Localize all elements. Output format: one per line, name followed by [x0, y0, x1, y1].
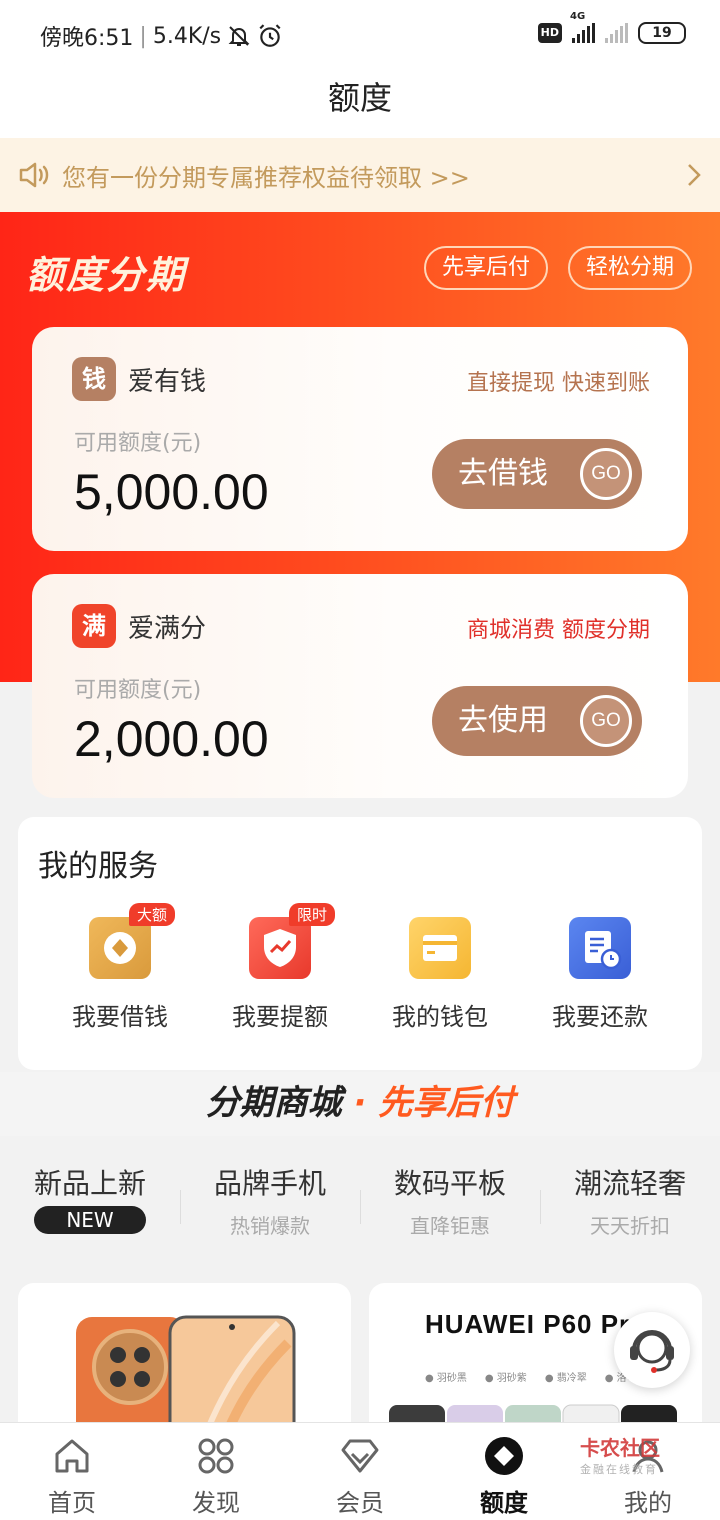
badge-large: 大额	[129, 903, 176, 926]
network-label: 4G	[570, 11, 586, 22]
man-logo-icon: 满	[72, 604, 116, 648]
status-bar: 傍晚6:51 | 5.4K/s HD 4G 19	[0, 0, 720, 70]
card-tagline: 直接提现 快速到账	[467, 371, 650, 396]
tab-home[interactable]: 首页	[0, 1433, 144, 1518]
pill-pay-later[interactable]: 先享后付	[424, 246, 549, 290]
signal-icon	[572, 23, 595, 43]
service-borrow[interactable]: 大额 我要借钱	[50, 903, 190, 1032]
battery-icon: 19	[638, 22, 686, 44]
status-left: 傍晚6:51 | 5.4K/s	[40, 20, 283, 52]
shield-up-icon: 限时	[249, 903, 336, 979]
product-brand: HUAWEI P60 Pr	[425, 1309, 631, 1339]
use-button[interactable]: 去使用 GO	[432, 686, 642, 756]
status-right: HD 4G 19	[537, 11, 686, 44]
notice-banner[interactable]: 您有一份分期专属推荐权益待领取 >>	[0, 138, 720, 212]
borrow-button[interactable]: 去借钱 GO	[432, 439, 642, 509]
service-wallet[interactable]: 我的钱包	[370, 917, 510, 1032]
category-title: 数码平板	[393, 1167, 506, 1200]
category-sub: 热销爆款	[230, 1214, 310, 1238]
category-title: 潮流轻奢	[573, 1167, 686, 1200]
category-new[interactable]: 新品上新 NEW	[0, 1162, 180, 1234]
card-tagline: 商城消费 额度分期	[467, 618, 650, 643]
mall-banner[interactable]: 分期商城 · 先享后付	[0, 1072, 720, 1136]
status-speed: 5.4K/s	[152, 23, 222, 49]
coin-icon: 大额	[89, 903, 176, 979]
chevron-right-icon	[688, 164, 701, 186]
service-label: 我要借钱	[72, 1003, 168, 1031]
service-raise-limit[interactable]: 限时 我要提额	[210, 903, 350, 1032]
card-label: 可用额度(元)	[74, 678, 202, 703]
battery-level: 19	[652, 25, 672, 41]
watermark: 卡农社区 金融在线教育	[540, 1432, 660, 1477]
hero-title: 额度分期	[26, 253, 187, 297]
services-title: 我的服务	[38, 849, 158, 884]
use-button-label: 去使用	[458, 703, 548, 738]
notice-text: 您有一份分期专属推荐权益待领取 >>	[62, 163, 470, 192]
card-name: 爱满分	[128, 614, 207, 644]
watermark-title: 卡农社区	[580, 1436, 660, 1460]
category-digital[interactable]: 数码平板 直降钜惠	[360, 1162, 540, 1239]
card-amount: 5,000.00	[74, 464, 269, 520]
category-phones[interactable]: 品牌手机 热销爆款	[180, 1162, 360, 1239]
pill-easy-installment[interactable]: 轻松分期	[568, 246, 693, 290]
tab-discover[interactable]: 发现	[144, 1433, 288, 1518]
tab-label: 我的	[624, 1489, 672, 1517]
tab-label: 发现	[192, 1489, 240, 1517]
category-new-badge: NEW	[34, 1206, 146, 1234]
mall-banner-left: 分期商城	[205, 1083, 342, 1123]
customer-service-button[interactable]	[614, 1312, 690, 1388]
category-luxury[interactable]: 潮流轻奢 天天折扣	[540, 1162, 720, 1239]
bill-clock-icon	[569, 917, 631, 979]
status-time: 傍晚6:51	[40, 26, 134, 51]
alarm-icon	[259, 24, 281, 47]
go-icon: GO	[580, 448, 632, 500]
mall-banner-right: 先享后付	[378, 1083, 515, 1123]
home-icon	[55, 1439, 89, 1473]
category-tabs: 新品上新 NEW 品牌手机 热销爆款 数码平板 直降钜惠 潮流轻奢 天天折扣	[0, 1162, 720, 1262]
go-icon: GO	[580, 695, 632, 747]
category-sub: 直降钜惠	[410, 1214, 490, 1238]
service-label: 我要提额	[232, 1003, 328, 1031]
speaker-icon	[19, 162, 49, 188]
diamond-icon	[341, 1439, 379, 1473]
my-services-panel: 我的服务 大额 我要借钱 限时 我要提额 我的钱包 我要还款	[18, 817, 702, 1070]
badge-limited: 限时	[289, 903, 336, 926]
category-title: 新品上新	[33, 1167, 146, 1200]
tab-label: 首页	[48, 1489, 96, 1517]
service-label: 我要还款	[552, 1003, 648, 1031]
tab-label: 会员	[336, 1489, 384, 1517]
watermark-sub: 金融在线教育	[580, 1463, 658, 1476]
credit-card-aiyouqian[interactable]: 钱 爱有钱 直接提现 快速到账 可用额度(元) 5,000.00 去借钱 GO	[32, 327, 688, 551]
card-amount: 2,000.00	[74, 711, 269, 767]
category-sub: 天天折扣	[590, 1214, 670, 1238]
wallet-icon	[409, 917, 471, 979]
card-label: 可用额度(元)	[74, 431, 202, 456]
card-name: 爱有钱	[128, 367, 207, 397]
service-label: 我的钱包	[392, 1003, 488, 1031]
mall-banner-dot: ·	[353, 1083, 367, 1123]
grid-icon	[198, 1438, 234, 1474]
tab-member[interactable]: 会员	[288, 1433, 432, 1518]
borrow-button-label: 去借钱	[458, 456, 548, 491]
quota-icon	[485, 1437, 523, 1475]
credit-card-aimanfen[interactable]: 满 爱满分 商城消费 额度分期 可用额度(元) 2,000.00 去使用 GO	[32, 574, 688, 798]
tab-label: 额度	[480, 1489, 528, 1517]
hd-icon: HD	[537, 23, 562, 43]
service-repay[interactable]: 我要还款	[530, 917, 670, 1032]
signal-icon-2	[605, 23, 628, 43]
qian-logo-icon: 钱	[72, 357, 116, 401]
bell-muted-icon	[228, 26, 250, 46]
headset-icon	[630, 1330, 674, 1373]
category-title: 品牌手机	[213, 1167, 326, 1200]
page-title: 额度	[0, 70, 720, 138]
